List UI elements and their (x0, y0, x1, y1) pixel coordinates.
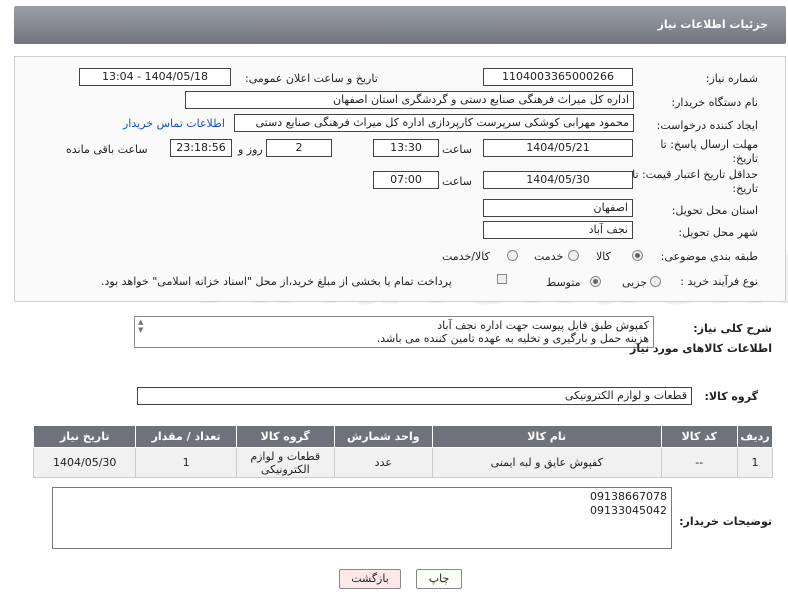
goods-table: ردیف کد کالا نام کالا واحد شمارش گروه کا… (32, 425, 774, 478)
back-button[interactable]: بازگشت (339, 569, 401, 589)
buyer-org-field: اداره کل میراث فرهنگی صنایع دستی و گردشگ… (185, 91, 634, 109)
province-label: استان محل تحویل: (671, 204, 758, 217)
deadline-time-label: ساعت (442, 143, 472, 156)
description-scroll-arrows[interactable]: ▲ ▼ (138, 318, 143, 334)
col-qty: تعداد / مقدار (135, 425, 237, 448)
remaining-time-field: 23:18:56 (170, 139, 232, 157)
cell-group: قطعات و لوازم الکترونیکی (235, 447, 335, 478)
cell-code: -- (660, 447, 738, 478)
process-label: نوع فرآیند خرید : (680, 275, 758, 288)
deadline-date-field: 1404/05/21 (483, 139, 633, 157)
category-goods-service-label: کالا/خدمت (442, 250, 490, 263)
buyer-notes-textarea[interactable]: 09138667078 09133045042 (52, 487, 672, 549)
col-code: کد کالا (660, 425, 738, 448)
buyer-notes-label: توضیحات خریدار: (679, 515, 772, 528)
buyer-notes-line-1: 09138667078 (590, 490, 667, 503)
validity-time-label: ساعت (442, 175, 472, 188)
description-textarea[interactable]: کفپوش طبق فایل پیوست جهت اداره نجف آباد … (134, 316, 654, 348)
process-minor-label: جزیی (622, 276, 648, 289)
need-number-label: شماره نیاز: (705, 72, 758, 85)
process-medium-label: متوسط (546, 276, 581, 289)
requester-field: محمود مهرابی کوشکی سرپرست کارپردازی ادار… (234, 114, 634, 132)
treasury-payment-checkbox[interactable] (497, 274, 507, 284)
need-number-field: 1104003365000266 (483, 68, 633, 86)
table-row[interactable]: 1 -- کفپوش عایق و لبه ایمنی عدد قطعات و … (32, 447, 774, 478)
cell-row: 1 (736, 447, 774, 478)
requester-label: ایجاد کننده درخواست: (656, 119, 758, 132)
category-goods-label: کالا (596, 250, 611, 263)
deadline-label: مهلت ارسال پاسخ: تا تاریخ: (660, 138, 758, 165)
cell-qty: 1 (135, 447, 237, 478)
process-medium-radio[interactable] (590, 276, 601, 287)
province-field: اصفهان (483, 199, 633, 217)
remaining-label: ساعت باقی مانده (66, 143, 148, 156)
cell-date: 1404/05/30 (32, 447, 137, 478)
page-header: جزئیات اطلاعات نیاز (14, 6, 786, 44)
announce-label: تاریخ و ساعت اعلان عمومی: (245, 72, 378, 85)
process-minor-radio[interactable] (650, 276, 661, 287)
goods-group-label: گروه کالا: (704, 390, 758, 403)
city-label: شهر محل تحویل: (678, 226, 758, 239)
cell-name: کفپوش عایق و لبه ایمنی (431, 447, 662, 478)
city-field: نجف آباد (483, 221, 633, 239)
description-line-2: هزینه حمل و بارگیری و تخلیه به عهده تامی… (376, 332, 649, 345)
category-service-radio[interactable] (568, 250, 579, 261)
contact-info-link[interactable]: اطلاعات تماس خریدار (123, 117, 225, 130)
category-goods-radio[interactable] (632, 250, 643, 261)
col-group: گروه کالا (235, 425, 335, 448)
treasury-payment-note: پرداخت تمام یا بخشی از مبلغ خرید،از محل … (101, 275, 452, 288)
validity-date-field: 1404/05/30 (483, 171, 633, 189)
category-service-label: خدمت (534, 250, 564, 263)
description-label: شرح کلی نیاز: (693, 322, 772, 335)
col-row: ردیف (736, 425, 774, 448)
goods-group-field: قطعات و لوازم الکترونیکی (137, 387, 692, 405)
days-label: روز و (238, 143, 263, 156)
col-unit: واحد شمارش (333, 425, 433, 448)
category-goods-service-radio[interactable] (507, 250, 518, 261)
print-button[interactable]: چاپ (416, 569, 462, 589)
page-title: جزئیات اطلاعات نیاز (657, 18, 769, 31)
buyer-notes-line-2: 09133045042 (590, 504, 667, 517)
col-name: نام کالا (431, 425, 662, 448)
goods-table-header: ردیف کد کالا نام کالا واحد شمارش گروه کا… (32, 425, 774, 448)
validity-time-field: 07:00 (373, 171, 439, 189)
days-field: 2 (266, 139, 332, 157)
buyer-org-label: نام دستگاه خریدار: (671, 96, 758, 109)
cell-unit: عدد (333, 447, 433, 478)
category-label: طبقه بندی موضوعی: (660, 250, 758, 263)
deadline-time-field: 13:30 (373, 139, 439, 157)
col-date: تاریخ نیاز (32, 425, 137, 448)
announce-field: 1404/05/18 - 13:04 (79, 68, 231, 86)
description-line-1: کفپوش طبق فایل پیوست جهت اداره نجف آباد (437, 319, 649, 332)
validity-label: حداقل تاریخ اعتبار قیمت: تا تاریخ: (632, 168, 758, 195)
goods-section-title: اطلاعات کالاهای مورد نیاز (630, 342, 772, 355)
